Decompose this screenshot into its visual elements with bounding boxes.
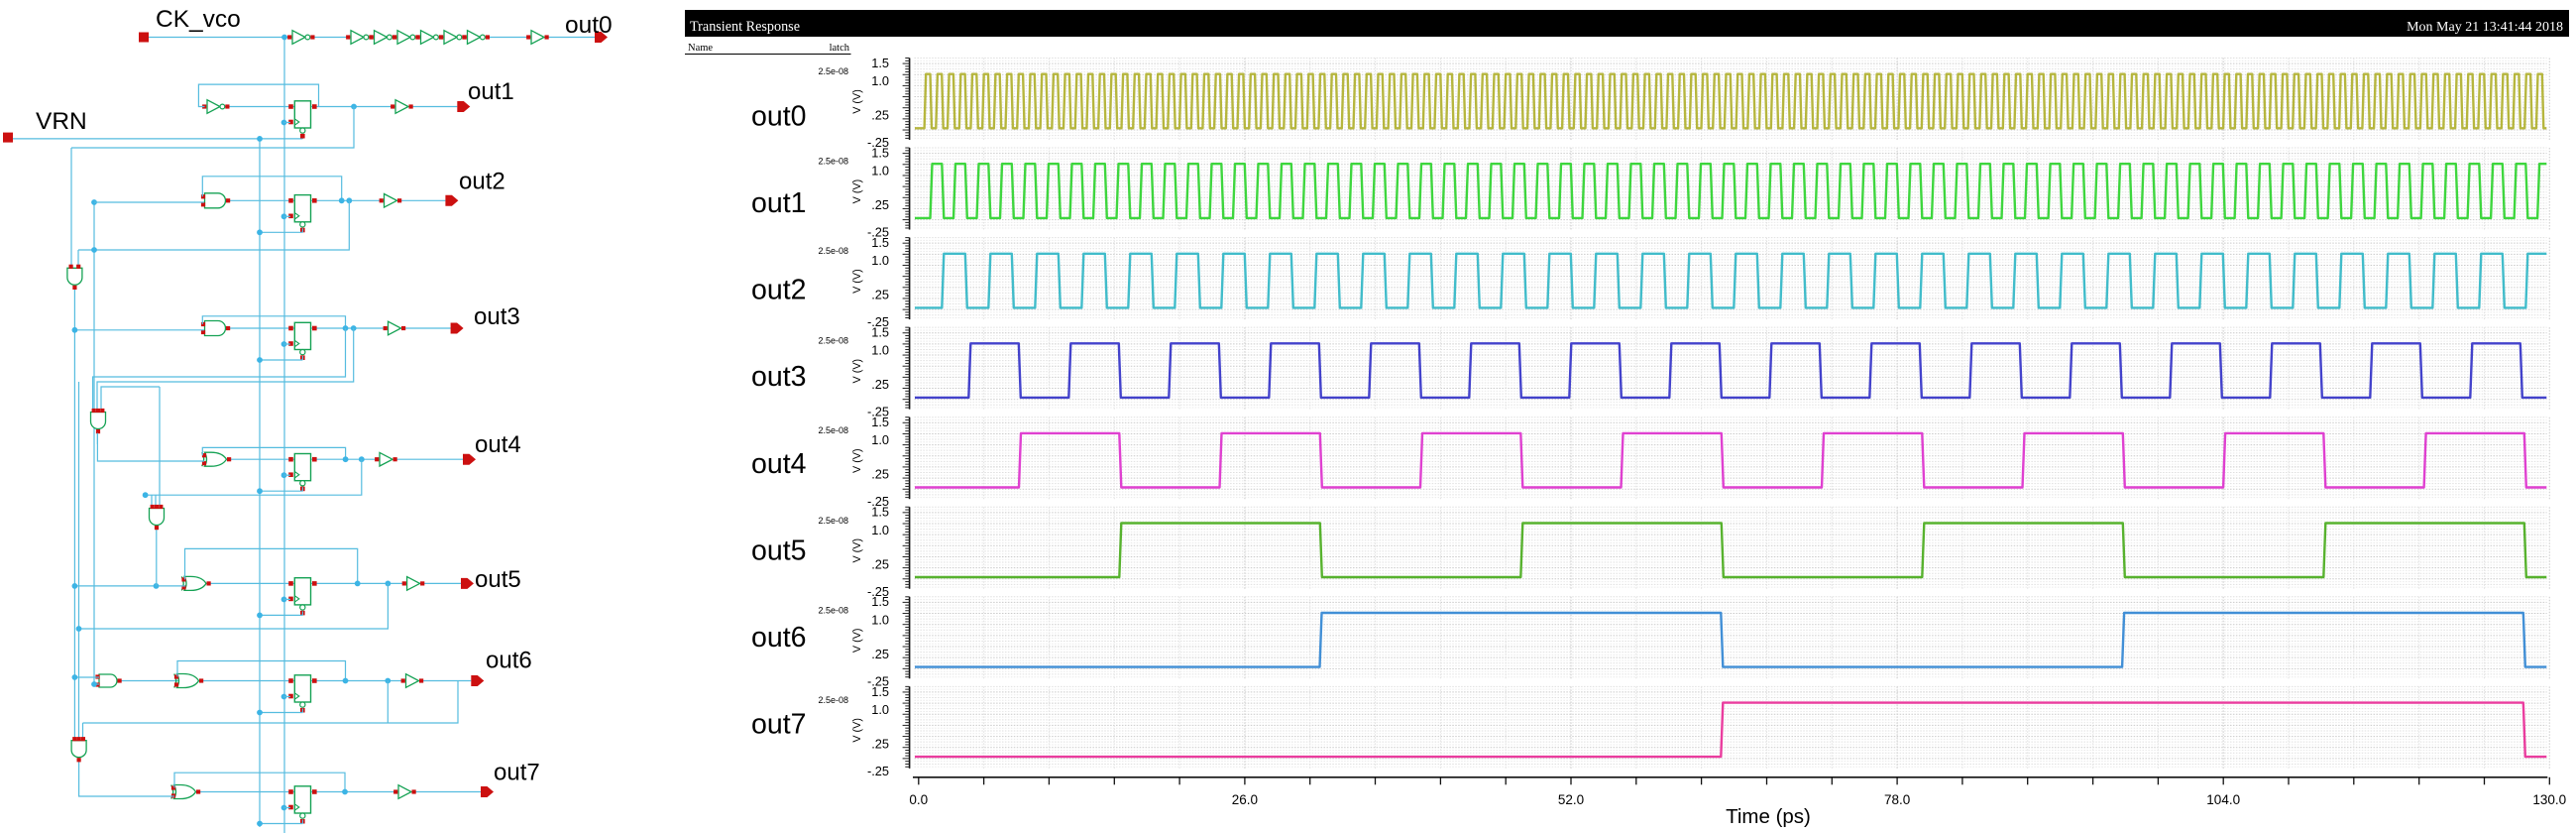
svg-text:104.0: 104.0 (2206, 792, 2240, 807)
svg-text:VRN: VRN (36, 108, 87, 135)
svg-text:Time (ps): Time (ps) (1726, 805, 1811, 828)
svg-text:out3: out3 (474, 303, 520, 330)
svg-text:0.0: 0.0 (909, 792, 928, 807)
svg-text:130.0: 130.0 (2532, 792, 2566, 807)
svg-text:out2: out2 (459, 169, 505, 195)
svg-text:26.0: 26.0 (1232, 792, 1258, 807)
svg-text:52.0: 52.0 (1558, 792, 1584, 807)
svg-text:out5: out5 (751, 535, 806, 566)
svg-text:latch: latch (830, 43, 850, 54)
svg-text:out2: out2 (751, 275, 806, 306)
svg-text:Name: Name (688, 43, 713, 54)
svg-text:out7: out7 (494, 760, 540, 786)
svg-text:Mon May 21 13:41:44 2018: Mon May 21 13:41:44 2018 (2407, 20, 2563, 35)
svg-text:78.0: 78.0 (1884, 792, 1910, 807)
svg-text:out0: out0 (565, 12, 613, 39)
svg-text:out1: out1 (751, 187, 806, 219)
svg-text:Transient Response: Transient Response (690, 19, 800, 35)
svg-text:out4: out4 (475, 431, 521, 458)
svg-text:out1: out1 (468, 78, 514, 105)
svg-text:out3: out3 (751, 361, 806, 393)
svg-text:out4: out4 (751, 448, 807, 480)
svg-text:CK_vco: CK_vco (156, 6, 241, 33)
svg-text:out6: out6 (486, 648, 532, 674)
svg-text:out6: out6 (751, 622, 806, 654)
svg-text:out0: out0 (751, 100, 806, 132)
svg-text:out7: out7 (751, 709, 806, 741)
svg-text:out5: out5 (475, 566, 521, 593)
